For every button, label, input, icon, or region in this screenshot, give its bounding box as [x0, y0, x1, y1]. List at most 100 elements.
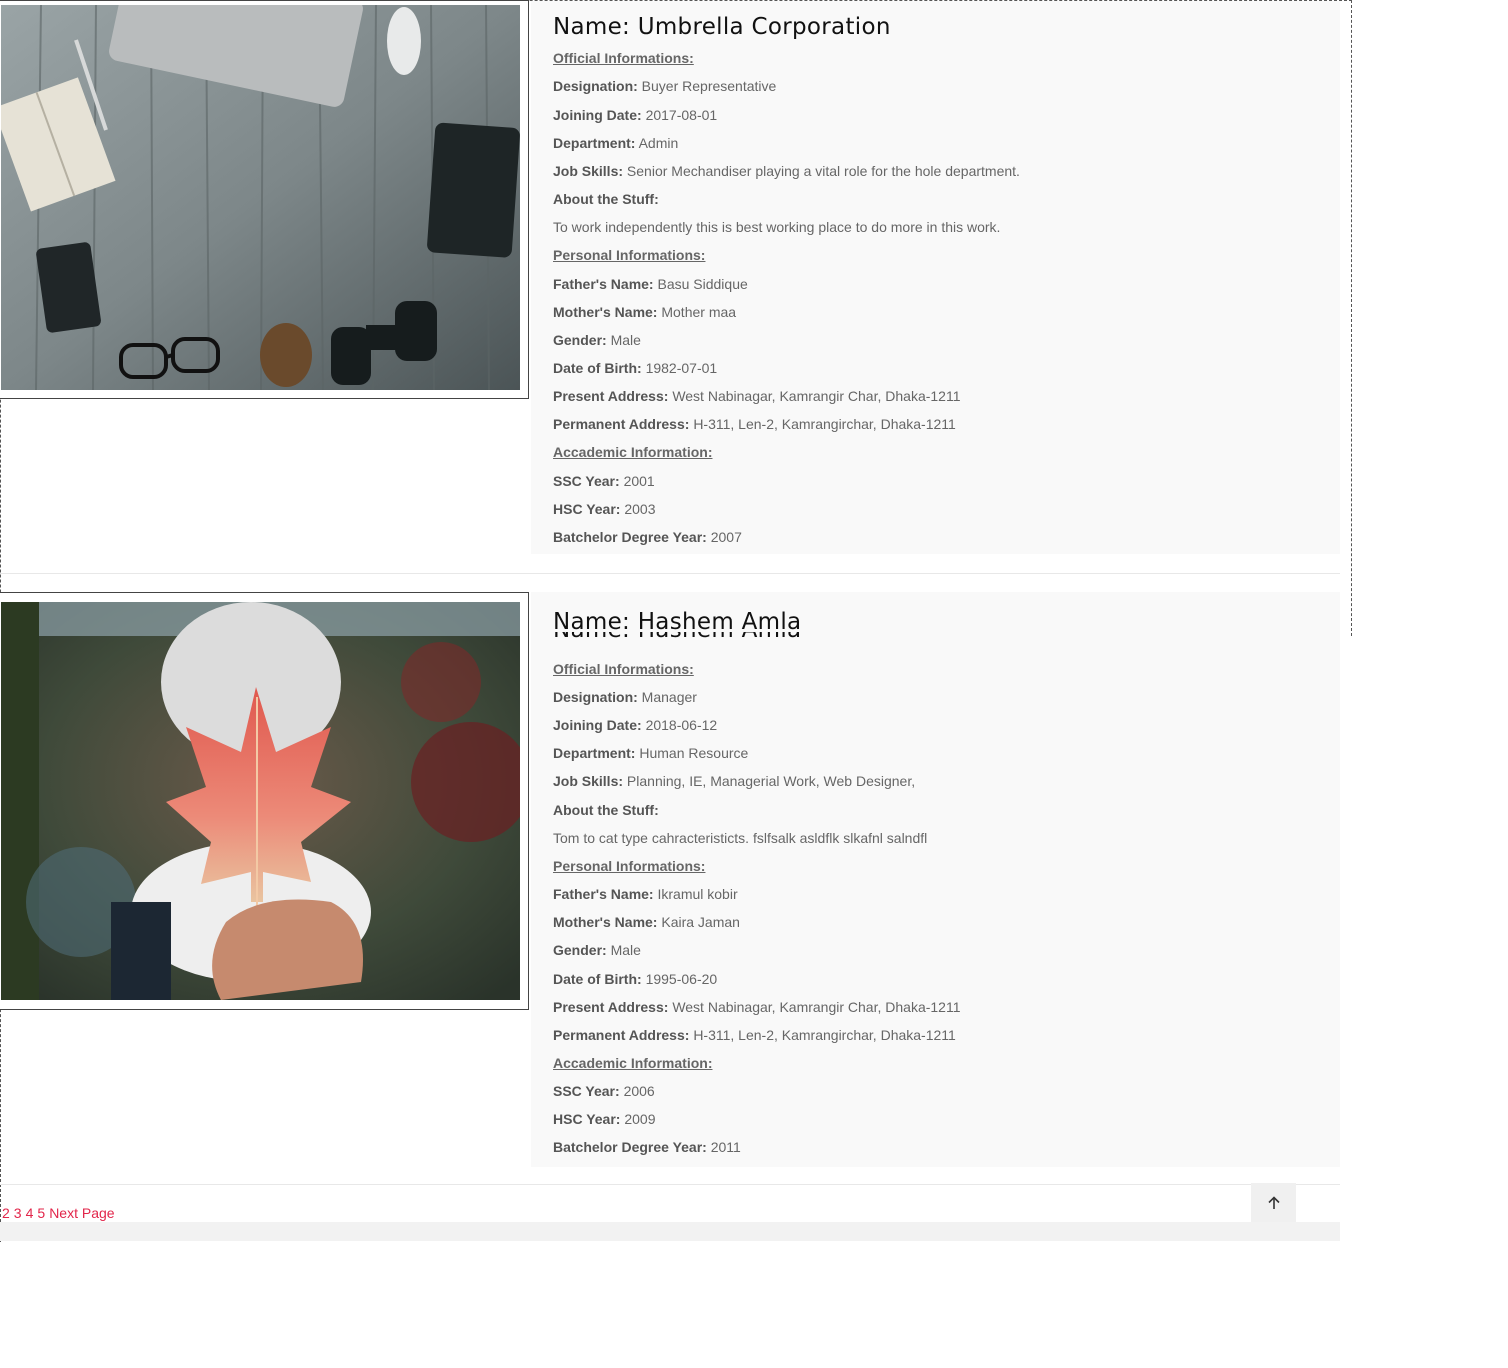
field-value: West Nabinagar, Kamrangir Char, Dhaka-12…	[672, 388, 961, 404]
field-label: Date of Birth:	[553, 360, 642, 376]
field-label: Mother's Name:	[553, 304, 658, 320]
official-heading: Official Informations:	[553, 661, 694, 677]
hsc-year-field: HSC Year: 2009	[553, 1111, 656, 1127]
field-label: Batchelor Degree Year:	[553, 529, 707, 545]
field-value: Buyer Representative	[641, 78, 777, 94]
record-divider	[0, 1184, 1340, 1185]
about-text: Tom to cat type cahracteristicts. fslfsa…	[553, 830, 928, 846]
field-label: Father's Name:	[553, 276, 654, 292]
arrow-up-icon	[1267, 1195, 1280, 1209]
page-link-3[interactable]: 3	[14, 1205, 22, 1221]
record-divider	[0, 573, 1340, 574]
field-label: Job Skills:	[553, 773, 624, 789]
field-label: HSC Year:	[553, 501, 621, 517]
mother-name-field: Mother's Name: Mother maa	[553, 304, 736, 320]
field-label: HSC Year:	[553, 1111, 621, 1127]
field-value: H-311, Len-2, Kamrangirchar, Dhaka-1211	[693, 416, 956, 432]
job-skills-field: Job Skills: Planning, IE, Managerial Wor…	[553, 773, 915, 789]
present-address-field: Present Address: West Nabinagar, Kamrang…	[553, 999, 961, 1015]
about-text: To work independently this is best worki…	[553, 219, 1001, 235]
field-label: Designation:	[553, 689, 638, 705]
dob-field: Date of Birth: 1995-06-20	[553, 971, 717, 987]
bachelor-year-field: Batchelor Degree Year: 2011	[553, 1139, 741, 1155]
father-name-field: Father's Name: Basu Siddique	[553, 276, 748, 292]
back-to-top-button[interactable]	[1251, 1183, 1296, 1222]
field-label: About the Stuff:	[553, 191, 659, 207]
field-value: Mother maa	[661, 304, 737, 320]
field-label: SSC Year:	[553, 473, 620, 489]
field-value: 2006	[623, 1083, 655, 1099]
field-value: 2011	[710, 1139, 741, 1155]
gender-field: Gender: Male	[553, 332, 641, 348]
page-link-5[interactable]: 5	[37, 1205, 45, 1221]
dob-field: Date of Birth: 1982-07-01	[553, 360, 717, 376]
field-label: Designation:	[553, 78, 638, 94]
field-label: Permanent Address:	[553, 416, 690, 432]
present-address-field: Present Address: West Nabinagar, Kamrang…	[553, 388, 961, 404]
field-label: Job Skills:	[553, 163, 624, 179]
ssc-year-field: SSC Year: 2006	[553, 1083, 655, 1099]
field-value: Planning, IE, Managerial Work, Web Desig…	[626, 773, 916, 789]
next-page-link[interactable]: Next Page	[49, 1205, 114, 1221]
field-label: Joining Date:	[553, 717, 642, 733]
field-value: 2003	[624, 501, 656, 517]
permanent-address-field: Permanent Address: H-311, Len-2, Kamrang…	[553, 416, 956, 432]
field-label: Department:	[553, 745, 636, 761]
field-value: 2001	[623, 473, 655, 489]
field-label: Department:	[553, 135, 636, 151]
field-value: H-311, Len-2, Kamrangirchar, Dhaka-1211	[693, 1027, 956, 1043]
field-label: Joining Date:	[553, 107, 642, 123]
field-value: Admin	[638, 135, 679, 151]
field-value: 1995-06-20	[645, 971, 718, 987]
field-value: Basu Siddique	[657, 276, 748, 292]
field-value: 2018-06-12	[645, 717, 718, 733]
field-label: Gender:	[553, 332, 607, 348]
staff-photo	[1, 5, 520, 390]
bachelor-year-field: Batchelor Degree Year: 2007	[553, 529, 742, 545]
info-panel: Name: Umbrella Corporation Official Info…	[531, 1, 1340, 554]
ssc-year-field: SSC Year: 2001	[553, 473, 655, 489]
field-label: Father's Name:	[553, 886, 654, 902]
field-value: Male	[610, 332, 641, 348]
field-label: Mother's Name:	[553, 914, 658, 930]
academic-heading: Accademic Information:	[553, 1055, 713, 1071]
father-name-field: Father's Name: Ikramul kobir	[553, 886, 738, 902]
info-panel: Name: Hashem Amla Name: Hashem Amla Offi…	[531, 592, 1340, 1167]
mother-name-field: Mother's Name: Kaira Jaman	[553, 914, 740, 930]
about-label: About the Stuff:	[553, 191, 659, 207]
red-leaf-image	[1, 602, 520, 1000]
field-label: About the Stuff:	[553, 802, 659, 818]
staff-photo	[1, 602, 520, 1000]
photo-frame	[0, 0, 529, 399]
field-value: Kaira Jaman	[661, 914, 740, 930]
pagination: 2 3 4 5 Next Page	[2, 1205, 119, 1221]
joining-date-field: Joining Date: 2017-08-01	[553, 107, 717, 123]
personal-heading: Personal Informations:	[553, 858, 706, 874]
staff-name: Name: Umbrella Corporation	[553, 14, 891, 40]
field-value: Ikramul kobir	[657, 886, 738, 902]
field-label: SSC Year:	[553, 1083, 620, 1099]
field-label: Present Address:	[553, 388, 669, 404]
field-value: West Nabinagar, Kamrangir Char, Dhaka-12…	[672, 999, 961, 1015]
field-label: Permanent Address:	[553, 1027, 690, 1043]
desk-flatlay-image	[1, 5, 520, 390]
field-value: 1982-07-01	[645, 360, 718, 376]
designation-field: Designation: Manager	[553, 689, 697, 705]
page-link-4[interactable]: 4	[26, 1205, 34, 1221]
field-label: Gender:	[553, 942, 607, 958]
field-value: 2007	[710, 529, 742, 545]
field-value: Manager	[641, 689, 697, 705]
dashed-outline-right	[1351, 0, 1352, 636]
hsc-year-field: HSC Year: 2003	[553, 501, 656, 517]
field-label: Present Address:	[553, 999, 669, 1015]
field-value: 2009	[624, 1111, 656, 1127]
field-value: 2017-08-01	[645, 107, 718, 123]
gender-field: Gender: Male	[553, 942, 641, 958]
staff-name-duplicate-text: Name: Hashem Amla	[553, 632, 801, 643]
field-label: Batchelor Degree Year:	[553, 1139, 707, 1155]
joining-date-field: Joining Date: 2018-06-12	[553, 717, 717, 733]
staff-name-duplicate: Name: Hashem Amla	[553, 632, 801, 643]
page-link-2[interactable]: 2	[2, 1205, 10, 1221]
designation-field: Designation: Buyer Representative	[553, 78, 776, 94]
department-field: Department: Admin	[553, 135, 678, 151]
